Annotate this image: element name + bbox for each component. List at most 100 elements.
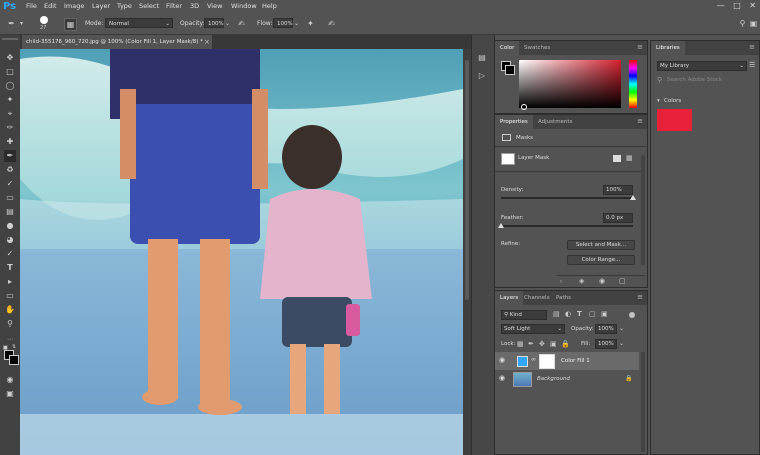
dodge-tool-icon[interactable]: ◕ [4,234,16,246]
apply-mask-icon[interactable]: ◈ [579,277,584,285]
layer-row-color-fill[interactable]: ◉ ∞ Color Fill 1 [495,352,639,370]
stamp-tool-icon[interactable]: ♻ [4,164,16,176]
opacity-chevron-icon[interactable]: ⌄ [225,20,230,27]
colors-collapse-icon[interactable]: ▾ [657,98,660,104]
stock-search-field[interactable]: ⚲ Search Adobe Stock [657,76,755,86]
color-range-button[interactable]: Color Range... [567,255,635,265]
stock-search-placeholder[interactable]: Search Adobe Stock [667,77,722,83]
menu-type[interactable]: Type [117,2,132,10]
mode-select[interactable]: Normal ⌄ [105,18,173,28]
lock-image-icon[interactable]: ✒ [528,340,534,348]
menu-filter[interactable]: Filter [166,2,182,10]
filter-shape-icon[interactable]: ▢ [589,310,596,318]
tab-color[interactable]: Color [495,41,520,55]
zoom-tool-icon[interactable]: ⚲ [4,318,16,330]
layers-panel-menu-icon[interactable]: ≡ [637,293,643,301]
brush-preview-icon[interactable] [40,16,48,24]
lasso-tool-icon[interactable]: ◯ [4,80,16,92]
hand-tool-icon[interactable]: ✋ [4,304,16,316]
filter-type-icon[interactable]: T [577,310,582,318]
healing-brush-tool-icon[interactable]: ✚ [4,136,16,148]
load-selection-icon[interactable]: ◦ [559,278,563,286]
history-panel-icon[interactable]: ▤ [476,52,488,64]
airbrush-icon[interactable]: ✦ [305,18,316,29]
menu-help[interactable]: Help [262,2,277,10]
marquee-tool-icon[interactable]: □ [4,66,16,78]
toolbar-grip[interactable] [2,38,18,40]
visibility-mask-icon[interactable]: ◉ [599,277,605,285]
screen-mode-icon[interactable]: ▣ [4,388,16,400]
feather-slider-track[interactable] [501,225,633,227]
feather-input[interactable]: 0.0 px [603,213,633,223]
color-background-swatch[interactable] [505,65,515,75]
tab-properties[interactable]: Properties [495,115,533,129]
fill-chevron-icon[interactable]: ⌄ [619,340,624,347]
quick-select-tool-icon[interactable]: ✦ [4,94,16,106]
maximize-icon[interactable]: □ [733,1,741,10]
library-view-icon[interactable]: ☰ [749,61,755,69]
workspace-icon[interactable]: ▣ [748,18,759,29]
crop-tool-icon[interactable]: ⌖ [4,108,16,120]
layer-opacity-input[interactable]: 100% [595,324,617,334]
filter-pixel-icon[interactable]: ▤ [553,310,560,318]
brush-panel-icon[interactable]: ▦ [64,18,77,31]
brush-tool-selected-icon[interactable]: ✒ [4,150,16,162]
density-slider-thumb[interactable] [630,195,636,200]
select-and-mask-button[interactable]: Select and Mask... [567,240,635,250]
layer-visibility-eye-icon[interactable]: ◉ [499,356,505,364]
library-select[interactable]: My Library ⌄ [657,61,747,71]
select-mask-icon[interactable] [613,155,621,162]
background-color-swatch[interactable] [9,355,19,365]
menu-select[interactable]: Select [139,2,159,10]
menu-file[interactable]: File [26,2,37,10]
menu-image[interactable]: Image [64,2,84,10]
layer-mask-thumbnail-row[interactable] [539,354,555,369]
properties-scrollbar[interactable] [641,155,645,265]
feather-slider-thumb[interactable] [498,223,504,228]
menu-3d[interactable]: 3D [190,2,199,10]
swap-colors-icon[interactable]: ⇅ [12,344,16,350]
quick-mask-icon[interactable]: ◉ [4,374,16,386]
default-colors-icon[interactable]: ■ [3,345,8,351]
lock-artboard-icon[interactable]: ▣ [550,340,557,348]
blur-tool-icon[interactable]: ● [4,220,16,232]
layer-row-background[interactable]: ◉ Background 🔒 [495,370,639,388]
filter-smart-object-icon[interactable]: ▣ [601,310,608,318]
brush-tool-icon[interactable]: ✒ [6,18,17,29]
filter-adjustment-icon[interactable]: ◐ [565,310,571,318]
hue-slider[interactable] [629,60,637,108]
actions-panel-icon[interactable]: ▷ [476,70,488,82]
tab-swatches[interactable]: Swatches [519,41,555,55]
history-brush-tool-icon[interactable]: ✓ [4,178,16,190]
tab-adjustments[interactable]: Adjustments [533,115,577,129]
fill-input[interactable]: 100% [595,339,617,349]
menu-window[interactable]: Window [231,2,257,10]
document-tab[interactable]: child-355176_960_720.jpg @ 100% (Color F… [22,35,212,49]
delete-mask-icon[interactable]: ▢ [619,277,626,285]
lock-position-icon[interactable]: ✥ [539,340,545,348]
color-fill-thumbnail[interactable] [517,356,528,367]
color-panel-menu-icon[interactable]: ≡ [637,43,643,51]
properties-panel-menu-icon[interactable]: ≡ [637,117,643,125]
menu-layer[interactable]: Layer [92,2,110,10]
close-window-icon[interactable]: ✕ [749,1,756,10]
eraser-tool-icon[interactable]: ▭ [4,192,16,204]
close-document-icon[interactable]: × [204,35,210,49]
layer-filter-kind-select[interactable]: ⚲ Kind [501,310,547,320]
vector-mask-icon[interactable]: ▦ [626,154,633,162]
library-color-swatch[interactable] [657,109,692,131]
flow-input[interactable]: 100% [273,18,293,28]
layer-mask-thumbnail[interactable] [501,153,515,165]
color-picker-marker[interactable] [521,104,527,110]
tab-paths[interactable]: Paths [551,291,576,305]
density-slider-track[interactable] [501,197,633,199]
menu-view[interactable]: View [207,2,222,10]
layer-name[interactable]: Background [537,376,570,382]
libraries-panel-menu-icon[interactable]: ≡ [749,43,755,51]
search-icon[interactable]: ⚲ [737,18,748,29]
tab-libraries[interactable]: Libraries [651,41,685,55]
pen-tool-icon[interactable]: ✓ [4,248,16,260]
layer-opacity-chevron-icon[interactable]: ⌄ [619,325,624,332]
lock-all-icon[interactable]: 🔒 [561,340,570,348]
move-tool-icon[interactable]: ✥ [4,52,16,64]
